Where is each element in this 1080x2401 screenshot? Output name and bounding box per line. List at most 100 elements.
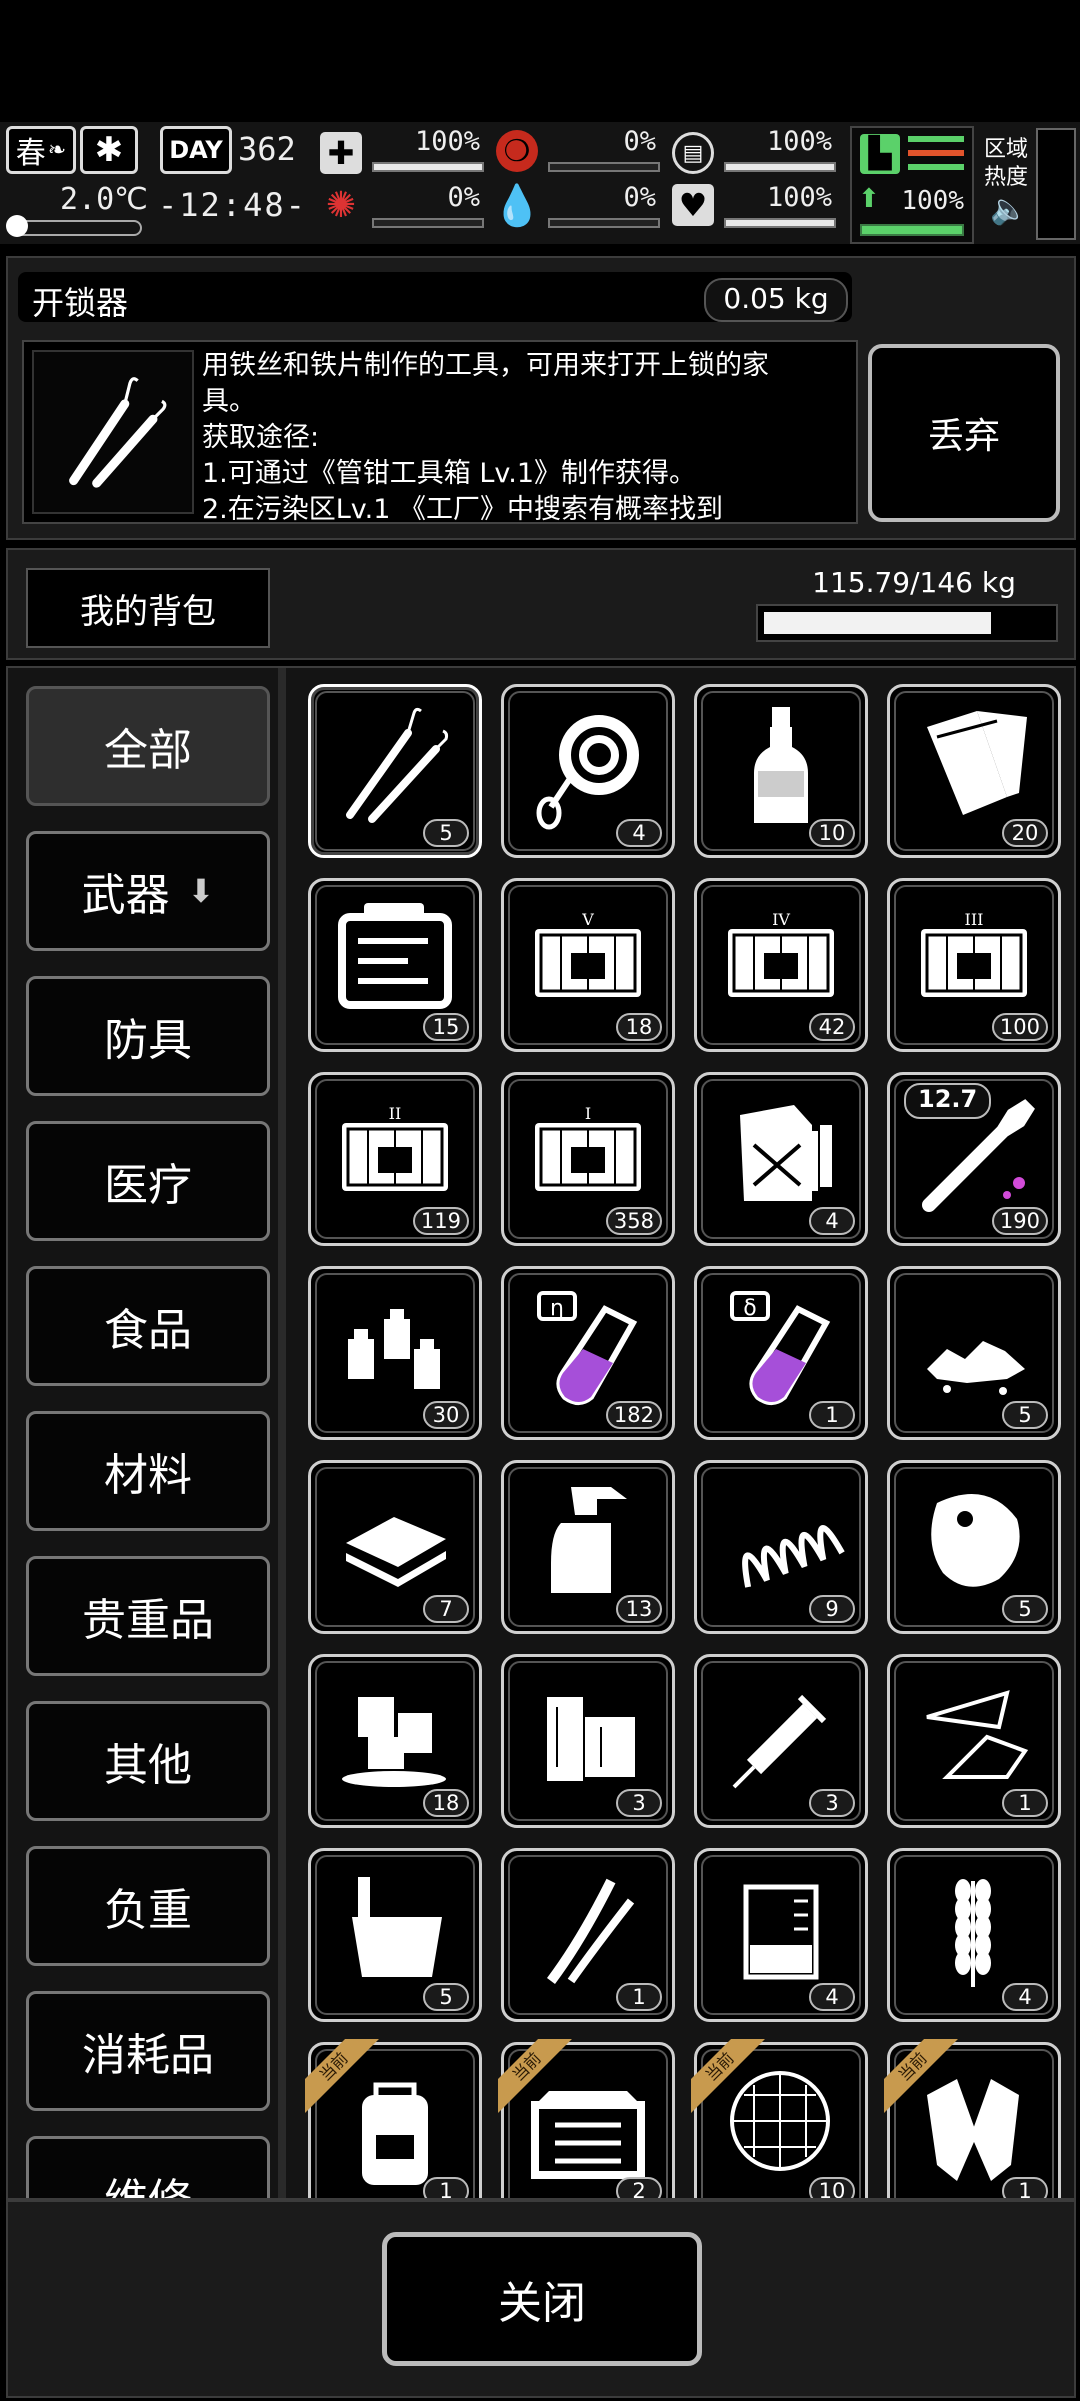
thermometer-icon <box>6 215 142 237</box>
category-repair[interactable]: 维修 <box>26 2136 270 2198</box>
category-armor[interactable]: 防具 <box>26 976 270 1096</box>
category-materials[interactable]: 材料 <box>26 1411 270 1531</box>
stamina-bar-fill <box>862 226 962 234</box>
item-slot[interactable]: 10 <box>694 684 868 858</box>
item-description-box[interactable]: 用铁丝和铁片制作的工具，可用来打开上锁的家 具。 获取途径: 1.可通过《管钳工… <box>22 340 858 524</box>
clock: -12:48- <box>158 186 307 224</box>
weather-icon[interactable]: ✱ <box>80 126 138 174</box>
water-drop-icon[interactable]: 💧 <box>492 183 542 229</box>
item-count: 5 <box>423 1983 469 2011</box>
category-weapons[interactable]: 武器 ⬇ <box>26 831 270 951</box>
item-slot[interactable]: 9 <box>694 1460 868 1634</box>
category-consumables[interactable]: 消耗品 <box>26 1991 270 2111</box>
item-slot[interactable]: V 18 <box>501 878 675 1052</box>
item-slot[interactable]: 1 当前 <box>305 2039 482 2198</box>
item-slot[interactable]: 4 <box>501 684 675 858</box>
description-line: 具。 <box>202 386 256 417</box>
item-count: 5 <box>1002 1401 1048 1429</box>
item-slot[interactable]: II 119 <box>308 1072 482 1246</box>
region-heat-label: 区域热度 <box>984 137 1029 190</box>
description-line: 用铁丝和铁片制作的工具，可用来打开上锁的家 <box>202 350 769 381</box>
item-count: 1 <box>809 1401 855 1429</box>
item-slot[interactable]: I 358 <box>501 1072 675 1246</box>
item-count: 5 <box>1002 1595 1048 1623</box>
item-slot[interactable]: 10 当前 <box>691 2039 868 2198</box>
category-load[interactable]: 负重 <box>26 1846 270 1966</box>
item-slot[interactable]: η 182 <box>501 1266 675 1440</box>
health-pct: 100% <box>414 126 480 157</box>
item-slot[interactable]: 4 <box>887 1848 1061 2022</box>
item-count: 119 <box>412 1207 469 1235</box>
caliber-tag: 12.7 <box>904 1083 992 1119</box>
discard-button[interactable]: 丢弃 <box>868 344 1060 522</box>
armor-bar-fill <box>726 164 834 170</box>
item-slot[interactable]: 7 <box>308 1460 482 1634</box>
item-slot[interactable]: δ1 <box>694 1266 868 1440</box>
item-slot[interactable]: III 100 <box>887 878 1061 1052</box>
health-icon[interactable]: ✚ <box>320 132 362 174</box>
speaker-icon[interactable]: 🔈 <box>990 192 1027 227</box>
category-label: 负重 <box>104 1885 192 1936</box>
item-slot[interactable]: 5 <box>887 1460 1061 1634</box>
item-slot[interactable]: IV 42 <box>694 878 868 1052</box>
close-button[interactable]: 关闭 <box>382 2232 702 2366</box>
day-label: DAY <box>160 126 232 174</box>
item-description: 用铁丝和铁片制作的工具，可用来打开上锁的家 具。 获取途径: 1.可通过《管钳工… <box>202 348 852 522</box>
item-grid[interactable]: 5 4 10 20 15 V 18 IV 42 III 100 II 119 I 358 4 190 12.7 30… <box>288 668 1074 2198</box>
season-badge[interactable]: 春 ❧ <box>6 126 76 174</box>
item-count: 2 <box>616 2177 662 2198</box>
capacity-bar <box>756 604 1058 642</box>
item-slot[interactable]: 4 <box>694 1072 868 1246</box>
item-name: 开锁器 <box>32 284 129 322</box>
category-medical[interactable]: 医疗 <box>26 1121 270 1241</box>
category-food[interactable]: 食品 <box>26 1266 270 1386</box>
temperature: 2.0℃ <box>60 182 148 217</box>
armor-bar <box>724 162 836 172</box>
item-slot[interactable]: 2 当前 <box>498 2039 675 2198</box>
item-count: 182 <box>605 1401 662 1429</box>
heart-icon[interactable]: ♥ <box>672 184 714 226</box>
item-count: 100 <box>991 1013 1048 1041</box>
thirst-pct: 0% <box>623 182 656 213</box>
stamina-bar <box>860 224 964 236</box>
mood-bar-fill <box>726 220 834 226</box>
category-label: 食品 <box>104 1305 192 1356</box>
item-slot[interactable]: 1 <box>501 1848 675 2022</box>
virus-icon[interactable]: ✺ <box>320 184 362 226</box>
equipped-ribbon: 当前 <box>691 2039 771 2119</box>
item-slot[interactable]: 30 <box>308 1266 482 1440</box>
equipped-label: 当前 <box>691 2039 768 2115</box>
health-bar <box>372 162 484 172</box>
item-count: 1 <box>423 2177 469 2198</box>
item-slot[interactable]: 190 12.7 <box>887 1072 1061 1246</box>
item-slot[interactable]: 1 当前 <box>884 2039 1061 2198</box>
capacity-bar-fill <box>764 612 991 634</box>
footer: 关闭 <box>6 2200 1076 2398</box>
item-weight: 0.05 kg <box>704 278 848 322</box>
armor-icon[interactable]: ▤ <box>672 132 714 174</box>
category-sidebar[interactable]: 全部武器 ⬇ 防具医疗食品材料贵重品其他负重消耗品维修 <box>8 668 278 2198</box>
boot-icon: ▙ <box>860 134 900 174</box>
item-slot[interactable]: 15 <box>308 878 482 1052</box>
item-slot[interactable]: 3 <box>694 1654 868 1828</box>
category-label: 全部 <box>104 725 192 776</box>
item-slot[interactable]: 13 <box>501 1460 675 1634</box>
item-slot[interactable]: 4 <box>694 1848 868 2022</box>
status-bar: 春 ❧ ✱ 2.0℃ DAY 362 -12:48- ✚ 100% ✺ 0% ❍… <box>0 122 1080 244</box>
item-slot[interactable]: 18 <box>308 1654 482 1828</box>
item-slot[interactable]: 1 <box>887 1654 1061 1828</box>
item-slot[interactable]: 5 <box>308 1848 482 2022</box>
category-valuables[interactable]: 贵重品 <box>26 1556 270 1676</box>
category-all[interactable]: 全部 <box>26 686 270 806</box>
item-slot[interactable]: 3 <box>501 1654 675 1828</box>
leaf-icon: ❧ <box>47 137 67 163</box>
item-slot[interactable]: 20 <box>887 684 1061 858</box>
category-other[interactable]: 其他 <box>26 1701 270 1821</box>
item-slot[interactable]: 5 <box>308 684 482 858</box>
item-count: 13 <box>616 1595 662 1623</box>
item-count: 9 <box>809 1595 855 1623</box>
stomach-icon[interactable]: ❍ <box>496 130 538 172</box>
item-count: 30 <box>423 1401 469 1429</box>
item-slot[interactable]: 5 <box>887 1266 1061 1440</box>
stamina-panel[interactable]: ▙ ⬆ 100% <box>850 126 974 244</box>
